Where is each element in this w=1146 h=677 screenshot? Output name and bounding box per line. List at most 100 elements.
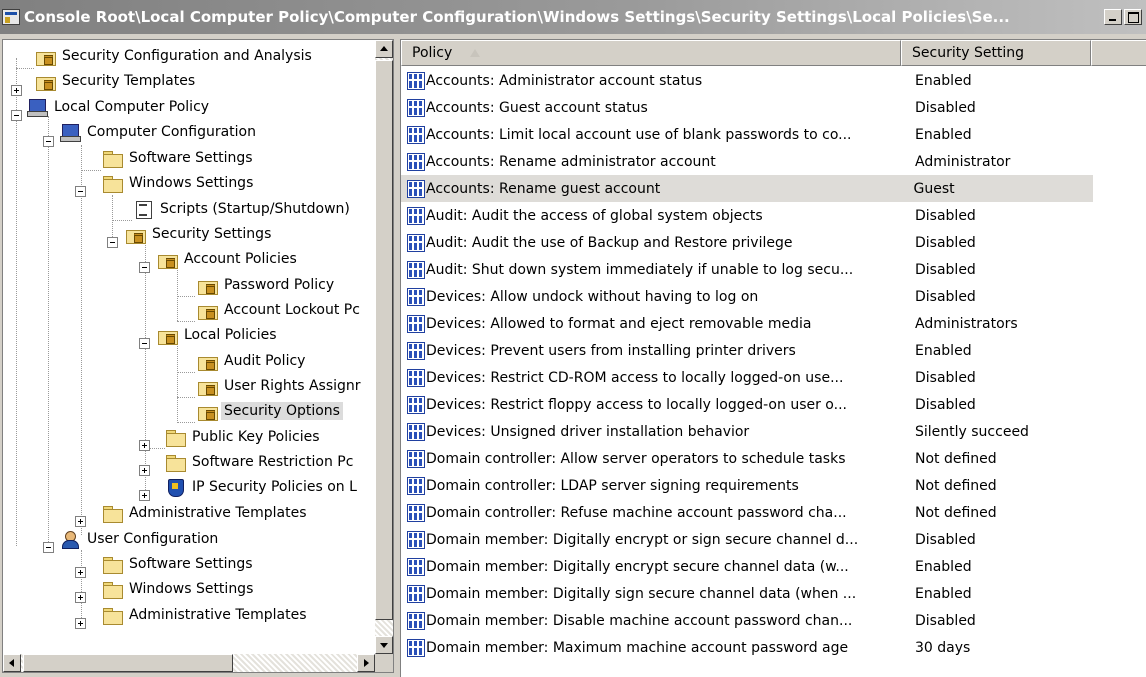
tree-item-user-administrative-templates[interactable]: Administrative Templates [102, 603, 310, 627]
expand-toggle[interactable] [11, 85, 22, 96]
column-header-policy[interactable]: Policy [401, 40, 901, 66]
security-setting-value: Administrators [915, 315, 1018, 332]
tree-item-account-policies[interactable]: Account Policies [157, 247, 300, 271]
tree-item-scripts[interactable]: Scripts (Startup/Shutdown) [133, 197, 353, 221]
shield-icon [165, 478, 185, 497]
computer-policy-icon [27, 98, 48, 117]
window-title: Console Root\Local Computer Policy\Compu… [24, 8, 1010, 26]
collapse-toggle[interactable] [107, 237, 118, 248]
collapse-toggle[interactable] [139, 338, 150, 349]
tree-item-computer-configuration[interactable]: Computer Configuration [60, 120, 259, 144]
policy-setting-icon [407, 233, 425, 252]
tree-item-local-policies[interactable]: Local Policies [157, 323, 280, 347]
policy-row[interactable]: Devices: Restrict floppy access to local… [401, 391, 1146, 418]
tree-item-software-restriction-policies[interactable]: Software Restriction Pc [165, 450, 356, 474]
policy-row[interactable]: Accounts: Administrator account status En… [401, 67, 1146, 94]
tree-item-user-windows-settings[interactable]: Windows Settings [102, 577, 256, 601]
maximize-button[interactable] [1124, 9, 1142, 25]
policy-row[interactable]: Devices: Allowed to format and eject rem… [401, 310, 1146, 337]
scroll-thumb[interactable] [375, 60, 393, 620]
policy-row[interactable]: Devices: Prevent users from installing p… [401, 337, 1146, 364]
tree-item-label: Audit Policy [224, 353, 306, 369]
title-bar[interactable]: Console Root\Local Computer Policy\Compu… [0, 0, 1146, 34]
policy-row[interactable]: Domain controller: Allow server operator… [401, 445, 1146, 472]
expand-toggle[interactable] [75, 592, 86, 603]
scroll-up-button[interactable] [375, 40, 393, 58]
security-setting-value: Disabled [915, 531, 976, 548]
security-setting-value: Enabled [915, 558, 972, 575]
tree-item-public-key-policies[interactable]: Public Key Policies [165, 425, 323, 449]
security-setting-value: Enabled [915, 585, 972, 602]
tree-item-security-settings[interactable]: Security Settings [125, 222, 274, 246]
tree-item-administrative-templates[interactable]: Administrative Templates [102, 501, 310, 525]
tree-item-user-software-settings[interactable]: Software Settings [102, 552, 256, 576]
security-setting-value: Silently succeed [915, 423, 1029, 440]
expand-toggle[interactable] [75, 516, 86, 527]
policy-row[interactable]: Domain controller: LDAP server signing r… [401, 472, 1146, 499]
folder-icon [102, 580, 123, 599]
folder-icon [165, 453, 186, 472]
collapse-toggle[interactable] [11, 110, 22, 121]
tree-item-windows-settings[interactable]: Windows Settings [102, 171, 256, 195]
scroll-left-button[interactable] [3, 654, 21, 672]
tree-item-user-rights-assignment[interactable]: User Rights Assignr [197, 374, 364, 398]
security-setting-value: Disabled [915, 396, 976, 413]
lock-folder-icon [35, 47, 56, 66]
scroll-thumb[interactable] [23, 654, 233, 672]
collapse-toggle[interactable] [43, 136, 54, 147]
collapse-toggle[interactable] [139, 262, 150, 273]
policy-row[interactable]: Domain controller: Refuse machine accoun… [401, 499, 1146, 526]
tree-item-security-configuration-and-analysis[interactable]: Security Configuration and Analysis [35, 44, 315, 68]
tree-item-label: Scripts (Startup/Shutdown) [160, 201, 350, 217]
computer-icon [60, 123, 81, 142]
tree-item-security-templates[interactable]: Security Templates [35, 69, 198, 93]
tree-item-local-computer-policy[interactable]: Local Computer Policy [27, 95, 212, 119]
policy-row[interactable]: Audit: Audit the use of Backup and Resto… [401, 229, 1146, 256]
policy-name: Domain member: Digitally encrypt secure … [426, 558, 849, 575]
policy-row[interactable]: Domain member: Digitally encrypt or sign… [401, 526, 1146, 553]
policy-row[interactable]: Domain member: Maximum machine account p… [401, 634, 1146, 661]
policy-row[interactable]: Audit: Shut down system immediately if u… [401, 256, 1146, 283]
expand-toggle[interactable] [139, 440, 150, 451]
tree-item-password-policy[interactable]: Password Policy [197, 273, 337, 297]
tree-item-security-options[interactable]: Security Options [197, 399, 343, 423]
tree-horizontal-scrollbar[interactable] [3, 654, 375, 672]
collapse-toggle[interactable] [43, 542, 54, 553]
scroll-right-button[interactable] [357, 654, 375, 672]
policy-setting-icon [407, 98, 425, 117]
expand-toggle[interactable] [75, 567, 86, 578]
tree-item-label: Security Configuration and Analysis [62, 48, 312, 64]
policy-row[interactable]: Domain member: Disable machine account p… [401, 607, 1146, 634]
tree-vertical-scrollbar[interactable] [375, 40, 393, 654]
policy-row[interactable]: Domain member: Digitally encrypt secure … [401, 553, 1146, 580]
expand-toggle[interactable] [139, 490, 150, 501]
column-header-security-setting[interactable]: Security Setting [901, 40, 1091, 66]
policy-setting-icon [407, 287, 425, 306]
scroll-down-button[interactable] [375, 636, 393, 654]
policy-row[interactable]: Devices: Restrict CD-ROM access to local… [401, 364, 1146, 391]
policy-row[interactable]: Devices: Allow undock without having to … [401, 283, 1146, 310]
policy-list[interactable]: Policy Security Setting Accounts: Admini… [400, 39, 1146, 677]
policy-row[interactable]: Audit: Audit the access of global system… [401, 202, 1146, 229]
policy-row[interactable]: Accounts: Rename administrator account Ad… [401, 148, 1146, 175]
tree-item-software-settings[interactable]: Software Settings [102, 146, 256, 170]
policy-row[interactable]: Devices: Unsigned driver installation be… [401, 418, 1146, 445]
column-header-filler [1091, 40, 1146, 66]
tree-item-user-configuration[interactable]: User Configuration [60, 527, 221, 551]
tree-item-label: Account Lockout Pc [224, 302, 360, 318]
policy-setting-icon [407, 449, 425, 468]
tree-item-audit-policy[interactable]: Audit Policy [197, 349, 308, 373]
tree-item-account-lockout-policy[interactable]: Account Lockout Pc [197, 298, 363, 322]
policy-name: Domain member: Digitally encrypt or sign… [426, 531, 859, 548]
policy-name: Devices: Unsigned driver installation be… [426, 423, 750, 440]
expand-toggle[interactable] [139, 465, 150, 476]
policy-row[interactable]: Accounts: Limit local account use of bla… [401, 121, 1146, 148]
minimize-button[interactable] [1104, 9, 1122, 25]
collapse-toggle[interactable] [75, 186, 86, 197]
policy-row[interactable]: Accounts: Guest account status Disabled [401, 94, 1146, 121]
policy-row[interactable]: Domain member: Digitally sign secure cha… [401, 580, 1146, 607]
console-tree[interactable]: Security Configuration and Analysis Secu… [2, 39, 394, 673]
expand-toggle[interactable] [75, 618, 86, 629]
tree-item-ip-security-policies[interactable]: IP Security Policies on L [165, 475, 360, 499]
policy-row[interactable]: Accounts: Rename guest account Guest [401, 175, 1093, 202]
